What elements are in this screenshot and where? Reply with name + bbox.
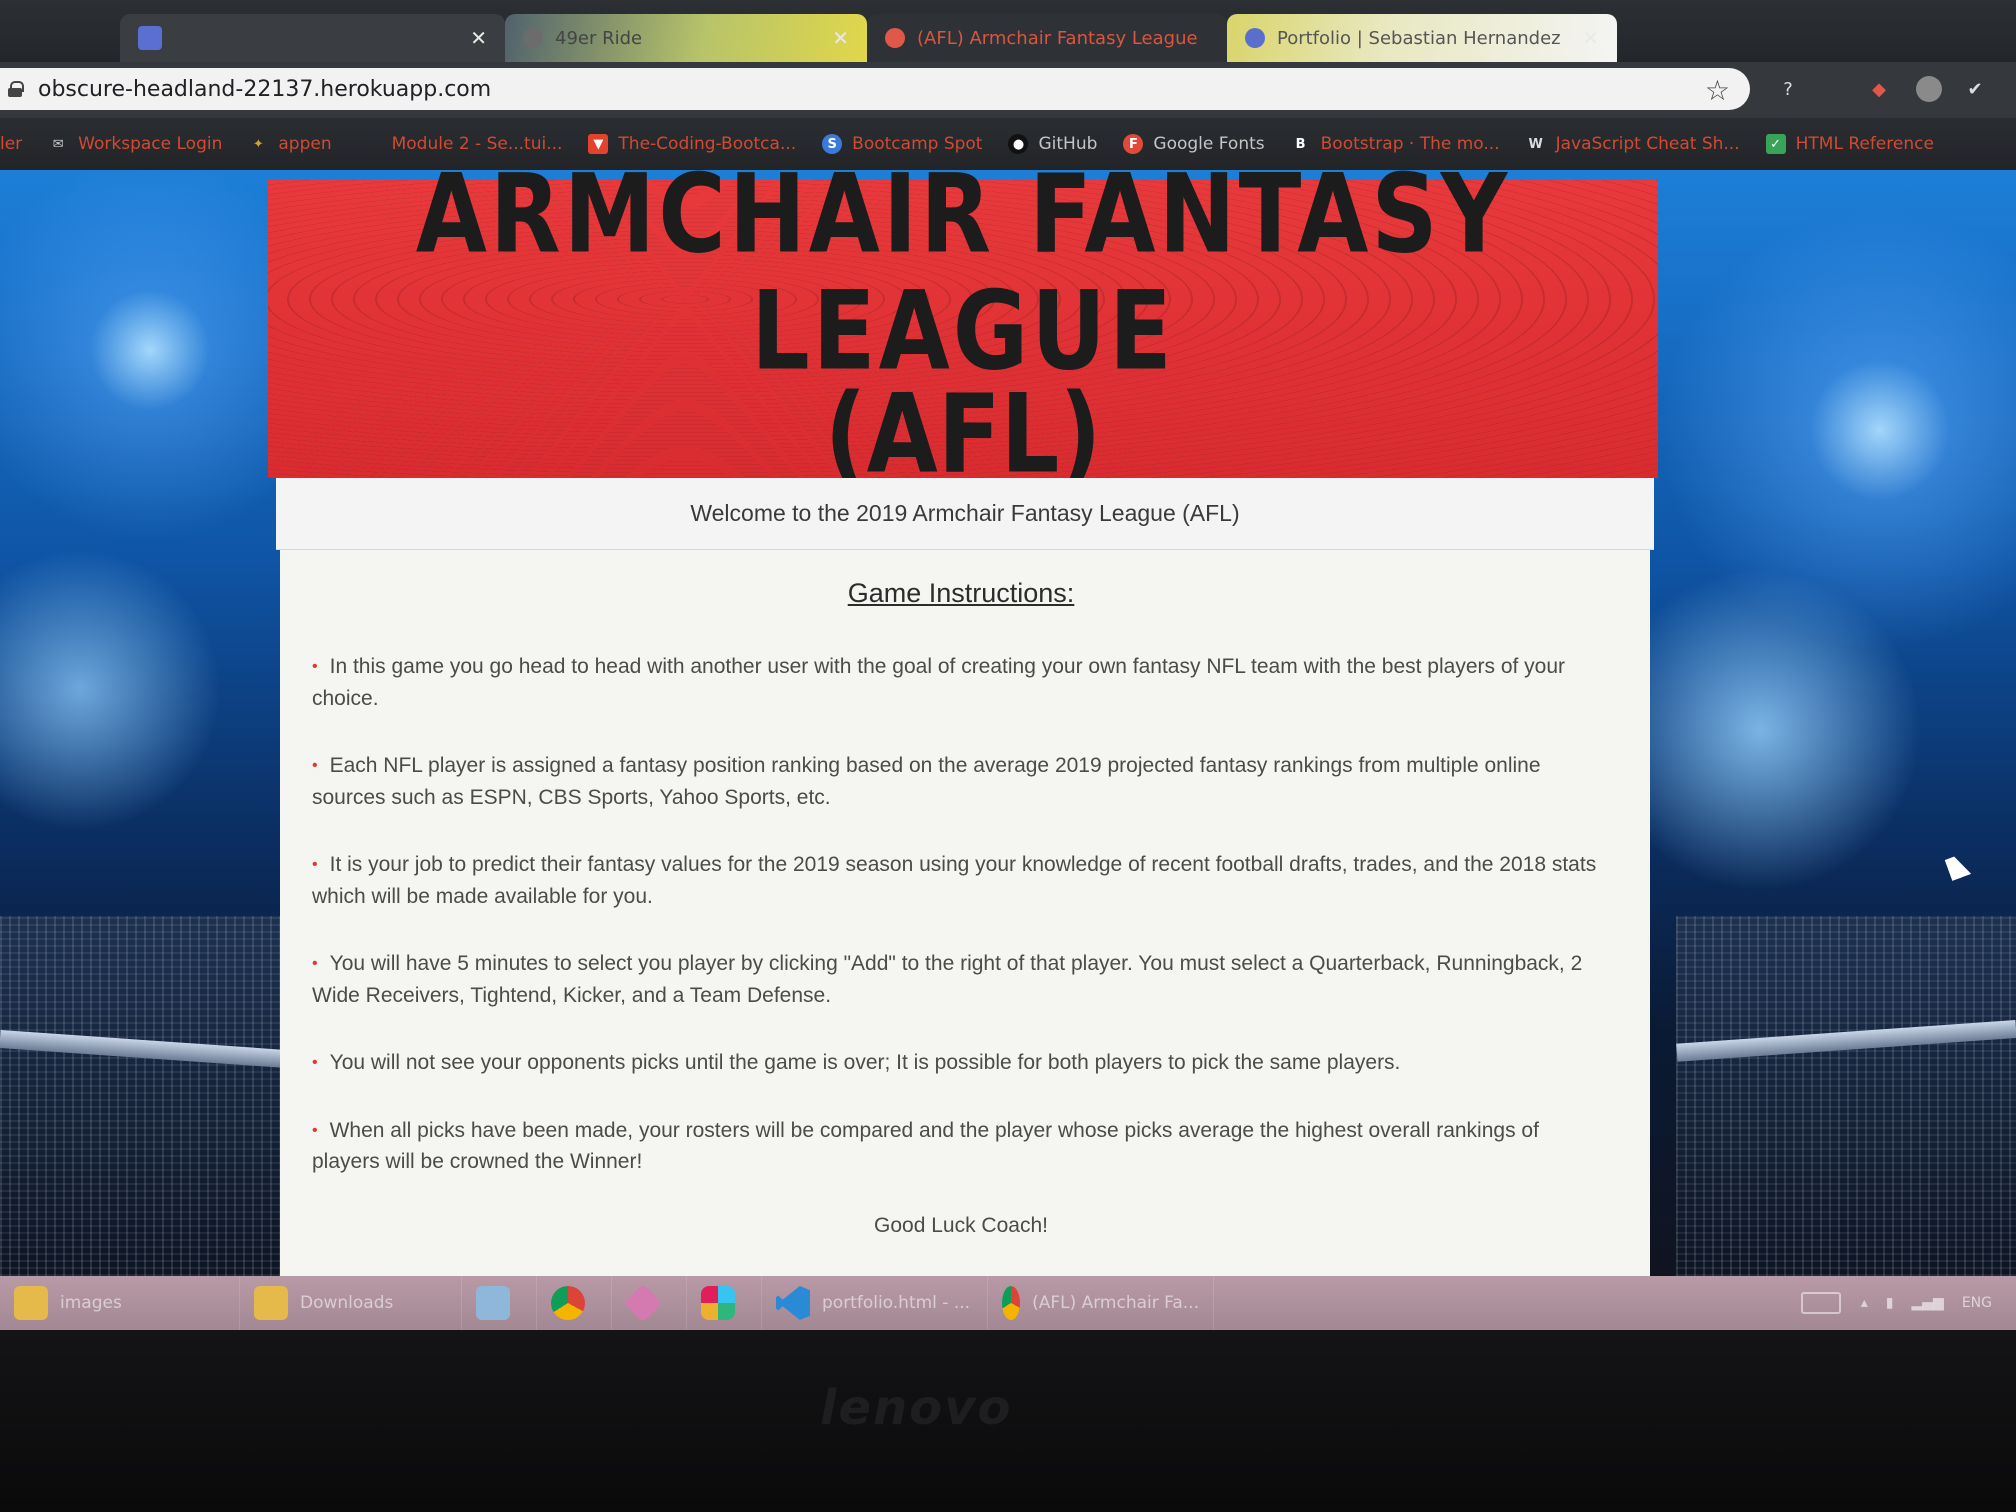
bookmark-item[interactable]: ✓ HTML Reference (1765, 134, 1934, 154)
bookmark-item[interactable]: ler (0, 134, 22, 154)
taskbar-item-images[interactable]: images (0, 1276, 240, 1330)
w3-icon: W (1528, 136, 1543, 152)
bookmark-label: HTML Reference (1795, 134, 1934, 154)
url-field[interactable]: obscure-headland-22137.herokuapp.com ☆ (0, 68, 1750, 110)
crowd-image (0, 916, 300, 1276)
taskbar-label: images (60, 1293, 122, 1313)
close-icon[interactable]: ✕ (470, 26, 487, 50)
browser-tab[interactable]: ✕ (120, 14, 505, 62)
instruction-text: In this game you go head to head with an… (312, 655, 1566, 710)
site-container: ARMCHAIR FANTASY LEAGUE (AFL) Welcome to… (268, 156, 1658, 1280)
html-reference-icon: ✓ (1765, 134, 1786, 154)
bookmark-label: Workspace Login (78, 134, 223, 154)
slack-icon (701, 1286, 735, 1320)
language-indicator[interactable]: ENG (1962, 1295, 1992, 1311)
hero-banner: ARMCHAIR FANTASY LEAGUE (AFL) (268, 156, 1658, 493)
folder-icon (14, 1286, 48, 1320)
instruction-item: • Each NFL player is assigned a fantasy p… (312, 750, 1610, 813)
instruction-text: It is your job to predict their fantasy … (312, 853, 1597, 908)
instruction-text: When all picks have been made, your rost… (312, 1118, 1539, 1174)
laptop-bezel: lenovo (0, 1330, 2016, 1512)
taskbar-item-downloads[interactable]: Downloads (240, 1276, 462, 1330)
bookmark-star-icon[interactable]: ☆ (1705, 74, 1730, 107)
portfolio-favicon-icon (1245, 28, 1265, 48)
instruction-item: • You will have 5 minutes to select you p… (312, 948, 1610, 1011)
appen-icon: ✦ (252, 136, 264, 152)
help-extension-icon[interactable]: ? (1775, 76, 1801, 102)
instruction-text: You will not see your opponents picks un… (329, 1051, 1401, 1074)
taskbar: images Downloads portfolio.html - ... (A… (0, 1276, 2016, 1330)
taskbar-item-notes[interactable] (462, 1276, 537, 1330)
taskbar-item-slack[interactable] (687, 1276, 762, 1330)
tab-title: 49er Ride (555, 27, 643, 49)
browser-tab-strip: ✕ 49er Ride ✕ (AFL) Armchair Fantasy Lea… (0, 0, 2016, 62)
bookmark-label: ler (0, 134, 23, 154)
browser-tab[interactable]: 49er Ride ✕ (505, 14, 867, 62)
instructions-panel: Game Instructions: • In this game you go … (280, 550, 1650, 1280)
checkmark-extension-icon[interactable]: ✔ (1962, 76, 1988, 102)
bullet-icon: • (312, 955, 318, 972)
browser-tab-active[interactable]: (AFL) Armchair Fantasy League (867, 14, 1227, 62)
bookmark-item[interactable]: ✉ Workspace Login (48, 134, 223, 154)
lock-icon[interactable] (8, 81, 24, 97)
instruction-item: • In this game you go head to head with a… (312, 651, 1610, 714)
bullet-icon: • (312, 1054, 318, 1071)
keyboard-icon[interactable] (1800, 1292, 1841, 1314)
tab-title: Portfolio | Sebastian Hernandez (1277, 27, 1561, 49)
pin-icon (623, 1283, 663, 1323)
browser-tab[interactable]: Portfolio | Sebastian Hernandez ✕ (1227, 14, 1617, 62)
bullet-icon: • (312, 658, 318, 675)
crowd-image (1676, 916, 2016, 1276)
close-icon[interactable]: ✕ (832, 26, 849, 50)
instruction-item: • When all picks have been made, your ros… (312, 1115, 1610, 1178)
instruction-text: Each NFL player is assigned a fantasy po… (312, 754, 1541, 809)
taskbar-label: (AFL) Armchair Fa... (1032, 1293, 1199, 1313)
bullet-icon: • (312, 856, 318, 873)
folder-icon (254, 1286, 288, 1320)
extension-icon[interactable]: ◆ (1866, 76, 1892, 102)
screen: ✕ 49er Ride ✕ (AFL) Armchair Fantasy Lea… (0, 0, 2016, 1330)
battery-icon[interactable]: ▮ (1886, 1295, 1894, 1311)
taskbar-item-chrome-afl[interactable]: (AFL) Armchair Fa... (988, 1276, 1214, 1330)
chrome-icon (551, 1286, 585, 1320)
bookmark-item[interactable]: W JavaScript Cheat Sh... (1526, 134, 1740, 154)
taskbar-label: Downloads (300, 1293, 394, 1313)
closing-text: Good Luck Coach! (874, 1213, 1048, 1237)
hero-subtitle: (AFL) (824, 371, 1102, 498)
taskbar-item-pin[interactable] (612, 1276, 687, 1330)
notes-icon (476, 1286, 510, 1320)
bullet-icon: • (312, 1121, 318, 1139)
url-text[interactable]: obscure-headland-22137.herokuapp.com (38, 77, 491, 102)
taskbar-item-vscode[interactable]: portfolio.html - ... (762, 1276, 988, 1330)
instruction-text: You will have 5 minutes to select you pl… (312, 952, 1583, 1007)
instruction-item: • You will not see your opponents picks u… (312, 1047, 1610, 1079)
vscode-icon (776, 1286, 810, 1320)
instruction-item: • It is your job to predict their fantasy… (312, 849, 1610, 912)
network-icon[interactable]: ▂▄▆ (1912, 1295, 1944, 1311)
brand-logo: lenovo (820, 1380, 1013, 1436)
tab-title: (AFL) Armchair Fantasy League (917, 27, 1198, 49)
instructions-heading: Game Instructions: (847, 578, 1075, 608)
bookmark-label: appen (278, 134, 332, 154)
envelope-icon: ✉ (52, 136, 64, 152)
taskbar-item-chrome[interactable] (537, 1276, 612, 1330)
bullet-icon: • (312, 757, 318, 774)
web-icon (523, 28, 543, 48)
welcome-bar: Welcome to the 2019 Armchair Fantasy Lea… (276, 478, 1654, 550)
chevron-up-icon[interactable]: ▴ (1861, 1295, 1868, 1311)
afl-favicon-icon (885, 28, 905, 48)
close-icon[interactable]: ✕ (1582, 26, 1599, 50)
bookmark-item[interactable]: ✦ appen (248, 134, 332, 154)
bookmark-label: JavaScript Cheat Sh... (1555, 134, 1740, 154)
system-tray: ▴ ▮ ▂▄▆ ENG (1800, 1292, 2016, 1314)
chrome-icon (1002, 1286, 1021, 1320)
address-bar: obscure-headland-22137.herokuapp.com ☆ ?… (0, 62, 2016, 118)
app-icon (138, 26, 162, 50)
taskbar-label: portfolio.html - ... (822, 1293, 971, 1313)
hero-title: ARMCHAIR FANTASY LEAGUE (415, 151, 1511, 395)
welcome-text: Welcome to the 2019 Armchair Fantasy Lea… (690, 500, 1240, 526)
profile-icon[interactable] (1916, 76, 1942, 102)
